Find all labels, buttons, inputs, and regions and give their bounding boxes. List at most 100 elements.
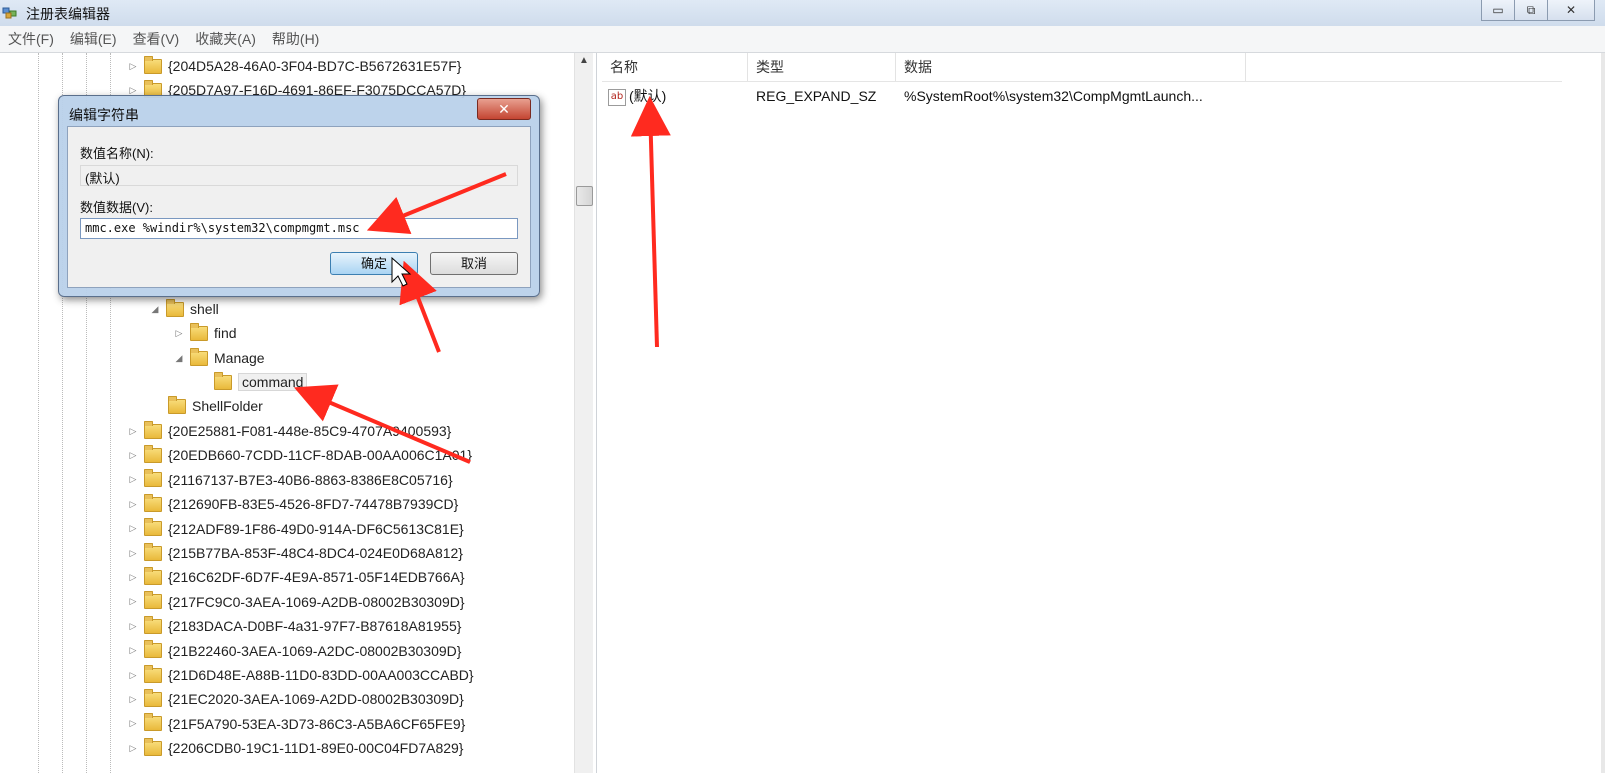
expand-arrow-icon[interactable]: ▷ (128, 499, 138, 510)
tree-item[interactable]: ▷ {20EDB660-7CDD-11CF-8DAB-00AA006C1A01} (128, 443, 472, 467)
expand-arrow-icon[interactable]: ▷ (128, 85, 138, 96)
folder-icon (144, 640, 162, 659)
menu-help[interactable]: 帮助(H) (264, 29, 327, 49)
tree-item-label: {21B22460-3AEA-1069-A2DC-08002B30309D} (168, 642, 462, 659)
column-header-data[interactable]: 数据 (896, 53, 1246, 81)
right-border (1601, 53, 1605, 773)
expand-arrow-icon[interactable]: ▷ (128, 621, 138, 632)
folder-icon (144, 566, 162, 585)
tree-scrollbar[interactable]: ▲ (574, 53, 593, 773)
folder-icon (144, 542, 162, 561)
folder-icon (190, 322, 208, 341)
expand-arrow-icon[interactable]: ▷ (128, 523, 138, 534)
tree-item[interactable]: ▷ {215B77BA-853F-48C4-8DC4-024E0D68A812} (128, 541, 463, 565)
scroll-up-arrow-icon[interactable]: ▲ (579, 55, 589, 66)
collapse-arrow-icon[interactable]: ◢ (174, 353, 184, 364)
tree-item[interactable]: ▷ {21D6D48E-A88B-11D0-83DD-00AA003CCABD} (128, 663, 474, 687)
folder-icon (214, 371, 232, 390)
menu-bar: 文件(F) 编辑(E) 查看(V) 收藏夹(A) 帮助(H) (0, 26, 1605, 53)
expand-arrow-icon[interactable]: ▷ (128, 474, 138, 485)
ok-button[interactable]: 确定 (330, 252, 418, 275)
tree-item-shell[interactable]: ◢ shell (150, 297, 219, 321)
folder-icon (144, 55, 162, 74)
minimize-button[interactable]: ▭ (1481, 0, 1515, 21)
tree-item[interactable]: ▷ {20E25881-F081-448e-85C9-4707A9400593} (128, 419, 451, 443)
folder-icon (144, 493, 162, 512)
expand-arrow-icon[interactable]: ▷ (128, 61, 138, 72)
window-controls: ▭ ⧉ ✕ (1481, 0, 1595, 22)
expand-arrow-icon[interactable]: ▷ (128, 426, 138, 437)
tree-item-label: {217FC9C0-3AEA-1069-A2DB-08002B30309D} (168, 593, 465, 610)
value-data-label: 数值数据(V): (80, 200, 153, 215)
expand-arrow-icon[interactable]: ▷ (174, 328, 184, 339)
folder-icon (144, 713, 162, 732)
tree-item[interactable]: ▷ {21B22460-3AEA-1069-A2DC-08002B30309D} (128, 639, 461, 663)
expand-arrow-icon[interactable]: ▷ (128, 572, 138, 583)
tree-item[interactable]: ▷ {21F5A790-53EA-3D73-86C3-A5BA6CF65FE9} (128, 712, 465, 736)
tree-item-shellfolder[interactable]: ShellFolder (168, 394, 263, 418)
folder-icon (144, 420, 162, 439)
tree-item-command[interactable]: command (214, 370, 308, 394)
column-header-name[interactable]: 名称 (602, 53, 748, 81)
tree-item-manage[interactable]: ◢ Manage (174, 346, 265, 370)
tree-item[interactable]: ▷ {212ADF89-1F86-49D0-914A-DF6C5613C81E} (128, 517, 464, 541)
expand-arrow-icon[interactable]: ▷ (128, 596, 138, 607)
folder-icon (144, 469, 162, 488)
tree-guide-line (38, 53, 39, 773)
expand-arrow-icon[interactable]: ▷ (128, 645, 138, 656)
tree-item[interactable]: ▷ {21167137-B7E3-40B6-8863-8386E8C05716} (128, 468, 453, 492)
folder-icon (190, 347, 208, 366)
value-data: %SystemRoot%\system32\CompMgmtLaunch... (904, 88, 1203, 104)
tree-item-label: {2206CDB0-19C1-11D1-89E0-00C04FD7A829} (168, 740, 464, 757)
expand-arrow-icon[interactable]: ▷ (128, 548, 138, 559)
edit-string-dialog: 编辑字符串 ✕ 数值名称(N): (默认) 数值数据(V): mmc.exe %… (58, 95, 540, 297)
tree-item-label: {21167137-B7E3-40B6-8863-8386E8C05716} (168, 471, 453, 488)
menu-view[interactable]: 查看(V) (125, 29, 188, 49)
tree-item-label: {21EC2020-3AEA-1069-A2DD-08002B30309D} (168, 691, 464, 708)
collapse-arrow-icon[interactable]: ◢ (150, 304, 160, 315)
tree-item-label: {215B77BA-853F-48C4-8DC4-024E0D68A812} (168, 545, 463, 561)
menu-edit[interactable]: 编辑(E) (62, 29, 125, 49)
folder-icon (144, 518, 162, 537)
cancel-button[interactable]: 取消 (430, 252, 518, 275)
tree-item-label: {204D5A28-46A0-3F04-BD7C-B5672631E57F} (168, 58, 462, 74)
dialog-body: 数值名称(N): (默认) 数值数据(V): mmc.exe %windir%\… (67, 126, 531, 288)
tree-item[interactable]: ▷ {204D5A28-46A0-3F04-BD7C-B5672631E57F} (128, 54, 461, 78)
close-button[interactable]: ✕ (1547, 0, 1595, 21)
tree-item-label: {20E25881-F081-448e-85C9-4707A9400593} (168, 423, 452, 439)
tree-item[interactable]: ▷ {2206CDB0-19C1-11D1-89E0-00C04FD7A829} (128, 736, 463, 760)
folder-icon (144, 664, 162, 683)
scrollbar-thumb[interactable] (576, 186, 593, 206)
menu-file[interactable]: 文件(F) (0, 29, 62, 49)
tree-item-label: {212690FB-83E5-4526-8FD7-74478B7939CD} (168, 496, 459, 513)
value-name-cell: ab (默认) (602, 86, 748, 106)
value-row-default[interactable]: ab (默认) REG_EXPAND_SZ %SystemRoot%\system… (602, 83, 1256, 109)
dialog-title: 编辑字符串 (69, 107, 139, 123)
expand-arrow-icon[interactable]: ▷ (128, 694, 138, 705)
value-name: (默认) (629, 88, 667, 104)
tree-item-find[interactable]: ▷ find (174, 321, 237, 345)
value-data-input[interactable]: mmc.exe %windir%\system32\compmgmt.msc (80, 218, 518, 239)
value-list-pane[interactable]: 名称 类型 数据 ab (默认) REG_EXPAND_SZ %SystemRoo… (602, 53, 1605, 773)
registry-editor-icon (2, 7, 17, 19)
tree-item[interactable]: ▷ {212690FB-83E5-4526-8FD7-74478B7939CD} (128, 492, 458, 516)
folder-icon (144, 688, 162, 707)
list-header: 名称 类型 数据 (602, 53, 1562, 82)
tree-item[interactable]: ▷ {216C62DF-6D7F-4E9A-8571-05F14EDB766A} (128, 565, 465, 589)
expand-arrow-icon[interactable]: ▷ (128, 718, 138, 729)
expand-arrow-icon[interactable]: ▷ (128, 450, 138, 461)
tree-item-label: {21F5A790-53EA-3D73-86C3-A5BA6CF65FE9} (168, 715, 466, 732)
tree-item[interactable]: ▷ {21EC2020-3AEA-1069-A2DD-08002B30309D} (128, 687, 464, 711)
title-bar: 注册表编辑器 ▭ ⧉ ✕ (0, 0, 1605, 26)
restore-button[interactable]: ⧉ (1514, 0, 1548, 21)
tree-item-label: {20EDB660-7CDD-11CF-8DAB-00AA006C1A01} (168, 447, 473, 464)
menu-favorites[interactable]: 收藏夹(A) (187, 29, 264, 49)
expand-arrow-icon[interactable]: ▷ (128, 670, 138, 681)
dialog-close-button[interactable]: ✕ (477, 98, 531, 120)
tree-item-label: find (214, 325, 237, 341)
expand-arrow-icon[interactable]: ▷ (128, 743, 138, 754)
folder-icon (144, 591, 162, 610)
column-header-type[interactable]: 类型 (748, 53, 896, 81)
tree-item[interactable]: ▷ {2183DACA-D0BF-4a31-97F7-B87618A81955} (128, 614, 461, 638)
tree-item[interactable]: ▷ {217FC9C0-3AEA-1069-A2DB-08002B30309D} (128, 590, 465, 614)
